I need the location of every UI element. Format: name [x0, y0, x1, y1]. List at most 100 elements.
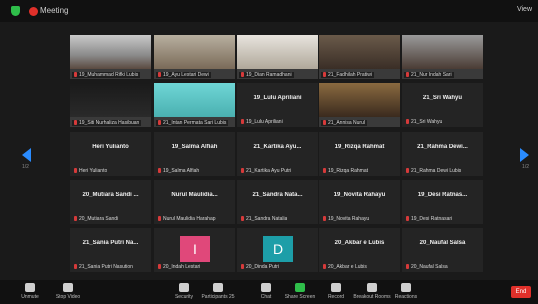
reactions-icon	[401, 283, 411, 292]
record-icon	[331, 283, 341, 292]
participant-video	[319, 83, 400, 117]
participant-video	[70, 83, 151, 117]
participant-video	[70, 35, 151, 69]
participant-name: 19_Desi Ratnas...	[417, 192, 468, 198]
muted-mic-icon	[74, 264, 77, 269]
meeting-toolbar: Unmute Stop Video Security Participants …	[0, 280, 538, 304]
participant-tile[interactable]: Heri Yulianto Heri Yulianto	[70, 132, 151, 176]
muted-mic-icon	[406, 168, 409, 173]
participant-tile[interactable]: 20_Mutiara Sandi ... 20_Mutiara Sandi	[70, 180, 151, 224]
participant-tile[interactable]: 19_Desi Ratnas... 19_Desi Ratnasari	[402, 180, 483, 224]
participant-tile[interactable]: 19_Muhammad Rifki Lubis	[70, 35, 151, 79]
participant-tile[interactable]: 20_Akbar e Lubis 20_Akbar e Lubis	[319, 228, 400, 272]
unmute-button[interactable]: Unmute	[10, 282, 50, 302]
muted-mic-icon	[158, 120, 161, 125]
participant-tile[interactable]: 19_Lulu Apriliani 19_Lulu Apriliani	[237, 83, 318, 127]
participant-caption: 19_Dian Ramadhani	[239, 72, 294, 78]
participant-caption: Heri Yulianto	[74, 168, 107, 174]
previous-page-arrow-icon[interactable]	[22, 148, 31, 162]
participant-name: 21_Sania Putri Na...	[82, 240, 139, 246]
participant-caption: 20_Mutiara Sandi	[74, 216, 118, 222]
participant-caption: 21_Annisa Nurul	[321, 120, 367, 126]
participant-tile[interactable]: 21_Intan Permata Sari Lubis	[154, 83, 235, 127]
muted-mic-icon	[241, 264, 244, 269]
participant-caption: 19_Lulu Apriliani	[241, 119, 283, 125]
chat-bubble-icon	[261, 283, 271, 292]
shield-icon	[179, 283, 189, 292]
muted-mic-icon	[74, 168, 77, 173]
participant-caption: 20_Indah Lestari	[158, 264, 200, 270]
reactions-button[interactable]: Reactions	[386, 282, 426, 302]
participant-caption: 20_Akbar e Lubis	[323, 264, 367, 270]
participants-count: 25	[228, 294, 235, 300]
participant-video	[154, 35, 235, 69]
muted-mic-icon	[158, 72, 161, 77]
participant-name: 20_Akbar e Lubis	[334, 240, 385, 246]
participants-button[interactable]: Participants 25	[198, 282, 238, 302]
muted-mic-icon	[74, 120, 77, 125]
share-screen-icon	[295, 283, 305, 292]
microphone-icon	[25, 283, 35, 292]
participant-caption: 19_Muhammad Rifki Lubis	[72, 72, 141, 78]
participant-tile[interactable]: 21_Rahma Dewi... 21_Rahma Dewi Lubis	[402, 132, 483, 176]
participants-icon	[213, 283, 223, 292]
participant-tile[interactable]: 21_Fadhilah Pratiwi	[319, 35, 400, 79]
participant-tile[interactable]: 19_Dian Ramadhani	[237, 35, 318, 79]
muted-mic-icon	[241, 119, 244, 124]
stop-video-button[interactable]: Stop Video	[48, 282, 88, 302]
participant-caption: 21_Sandra Natalia	[241, 216, 287, 222]
end-meeting-button[interactable]: End	[511, 286, 531, 298]
participant-caption: 19_Siti Nurhaliza Hasibuan	[72, 120, 142, 126]
participant-caption: 21_Fadhilah Pratiwi	[321, 72, 374, 78]
participant-caption: 19_Rizqa Rahmat	[323, 168, 368, 174]
participant-tile[interactable]: 19_Rizqa Rahmat 19_Rizqa Rahmat	[319, 132, 400, 176]
next-page-arrow-icon[interactable]	[520, 148, 529, 162]
participant-video	[154, 83, 235, 117]
page-indicator-right: 1/2	[522, 164, 529, 170]
participant-caption: Nurul Maulidia Harahap	[158, 216, 216, 222]
participant-tile[interactable]: 19_Novita Rahayu 19_Novita Rahayu	[319, 180, 400, 224]
muted-mic-icon	[241, 72, 244, 77]
muted-mic-icon	[74, 72, 77, 77]
participant-tile[interactable]: 19_Ayu Lestari Dewi	[154, 35, 235, 79]
page-indicator-left: 1/2	[22, 164, 29, 170]
participant-caption: 21_Sania Putri Nasution	[74, 264, 133, 270]
muted-mic-icon	[406, 119, 409, 124]
participant-tile[interactable]: 19_Siti Nurhaliza Hasibuan	[70, 83, 151, 127]
participant-tile[interactable]: D 20_Dinda Putri	[237, 228, 318, 272]
participant-tile[interactable]: 19_Salma Alfiah 19_Salma Alfiah	[154, 132, 235, 176]
participant-name: Heri Yulianto	[92, 144, 129, 150]
participant-avatar: D	[263, 236, 293, 262]
participant-name: 21_Rahma Dewi...	[417, 144, 468, 150]
participant-name: 21_Sri Wahyu	[422, 95, 463, 101]
participant-tile[interactable]: 21_Sania Putri Na... 21_Sania Putri Nasu…	[70, 228, 151, 272]
muted-mic-icon	[158, 216, 161, 221]
participant-tile[interactable]: I 20_Indah Lestari	[154, 228, 235, 272]
participant-tile[interactable]: 21_Kartika Ayu... 21_Kartika Ayu Putri	[237, 132, 318, 176]
participant-video	[237, 35, 318, 69]
participant-name: 20_Mutiara Sandi ...	[82, 192, 139, 198]
participant-name: 19_Salma Alfiah	[171, 144, 218, 150]
participant-caption: 20_Naufal Salsa	[406, 264, 448, 270]
participant-tile[interactable]: 21_Annisa Nurul	[319, 83, 400, 127]
participant-name: 21_Sandra Nata...	[252, 192, 303, 198]
participant-name: 19_Novita Rahayu	[333, 192, 386, 198]
muted-mic-icon	[241, 168, 244, 173]
share-screen-button[interactable]: Share Screen	[280, 282, 320, 302]
participant-tile[interactable]: 21_Sri Wahyu 21_Sri Wahyu	[402, 83, 483, 127]
participant-tile[interactable]: 21_Sandra Nata... 21_Sandra Natalia	[237, 180, 318, 224]
muted-mic-icon	[406, 72, 409, 77]
participant-name: 19_Lulu Apriliani	[253, 95, 302, 101]
breakout-rooms-icon	[367, 283, 377, 292]
participant-name: 20_Naufal Salsa	[419, 240, 466, 246]
participant-tile[interactable]: Nurul Maulidia... Nurul Maulidia Harahap	[154, 180, 235, 224]
participant-caption: 19_Ayu Lestari Dewi	[156, 72, 211, 78]
participant-tile[interactable]: 20_Naufal Salsa 20_Naufal Salsa	[402, 228, 483, 272]
muted-mic-icon	[323, 264, 326, 269]
record-button[interactable]: Record	[316, 282, 356, 302]
participant-avatar: I	[180, 236, 210, 262]
participant-caption: 21_Kartika Ayu Putri	[241, 168, 291, 174]
participant-tile[interactable]: 21_Nur Indah Sari	[402, 35, 483, 79]
participant-video	[402, 35, 483, 69]
video-camera-icon	[63, 283, 73, 292]
